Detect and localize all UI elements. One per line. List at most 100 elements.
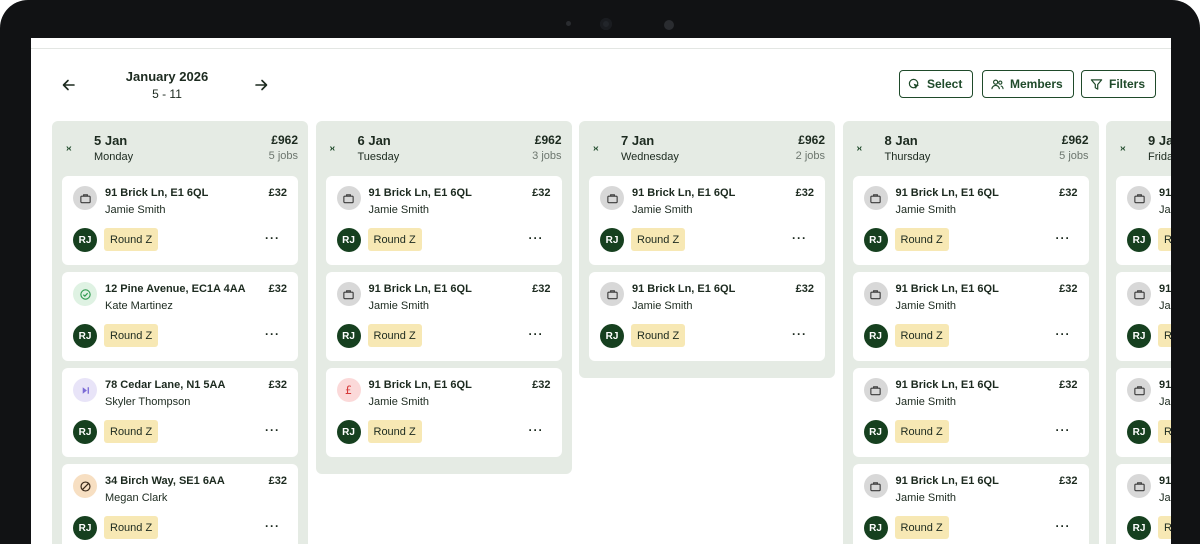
day-weekday: Monday: [94, 151, 134, 163]
more-options-button[interactable]: ···: [265, 231, 280, 245]
assignee-avatar[interactable]: RJ: [336, 420, 361, 444]
job-address: 91 Brick Ln, E1 6QL: [1159, 187, 1171, 199]
job-address: 91 Brick Ln, E1 6QL: [368, 283, 472, 295]
more-options-button[interactable]: ···: [529, 231, 544, 245]
day-total: £962: [534, 133, 562, 147]
briefcase-icon: [1127, 186, 1151, 210]
more-options-button[interactable]: ···: [792, 231, 807, 245]
more-options-button[interactable]: ···: [529, 423, 544, 437]
more-options-button[interactable]: ···: [529, 327, 544, 341]
job-card[interactable]: 91 Brick Ln, E1 6QLJamie SmithRJRound Z·…: [1116, 368, 1171, 457]
more-options-button[interactable]: ···: [265, 423, 280, 437]
date-range: 5 - 11: [152, 87, 182, 101]
collapse-column-button[interactable]: ›‹: [330, 143, 336, 154]
day-header: ›‹ 8 Jan Thursday £962 5 jobs: [843, 121, 1099, 173]
round-tag: Round Z: [894, 228, 949, 251]
round-tag: Round Z: [1158, 228, 1171, 251]
job-card[interactable]: 91 Brick Ln, E1 6QLJamie SmithRJRound Z·…: [1116, 176, 1171, 265]
assignee-avatar[interactable]: RJ: [336, 228, 361, 252]
more-options-button[interactable]: ···: [1056, 231, 1071, 245]
next-week-button[interactable]: [249, 73, 273, 97]
collapse-column-button[interactable]: ›‹: [1120, 143, 1126, 154]
more-options-button[interactable]: ···: [1056, 519, 1071, 533]
job-card[interactable]: 91 Brick Ln, E1 6QL Jamie Smith £32 RJ Round…: [589, 176, 825, 265]
job-price: £32: [1059, 187, 1078, 199]
more-options-button[interactable]: ···: [265, 327, 280, 341]
assignee-avatar[interactable]: RJ: [73, 516, 97, 540]
job-price: £32: [532, 187, 551, 199]
assignee-avatar[interactable]: RJ: [863, 516, 888, 540]
members-button[interactable]: Members: [982, 70, 1074, 98]
users-icon: [991, 79, 1004, 89]
job-card[interactable]: 91 Brick Ln, E1 6QL Jamie Smith £32 RJ Round…: [325, 176, 562, 265]
assignee-avatar[interactable]: RJ: [1127, 324, 1151, 348]
job-price: £32: [268, 187, 287, 199]
day-date: 6 Jan: [357, 133, 391, 148]
day-weekday: Friday: [1148, 151, 1171, 163]
day-header: ›‹ 7 Jan Wednesday £962 2 jobs: [579, 121, 835, 173]
select-button[interactable]: Select: [899, 70, 974, 98]
filters-label: Filters: [1109, 77, 1146, 91]
more-options-button[interactable]: ···: [265, 519, 280, 533]
assignee-avatar[interactable]: RJ: [1127, 516, 1151, 540]
assignee-avatar[interactable]: RJ: [336, 324, 361, 348]
collapse-column-button[interactable]: ›‹: [857, 143, 863, 154]
job-card[interactable]: 91 Brick Ln, E1 6QL Jamie Smith £32 RJ Round…: [62, 176, 298, 265]
more-options-button[interactable]: ···: [1056, 423, 1071, 437]
sensor-dot: [566, 21, 571, 26]
job-card[interactable]: 34 Birch Way, SE1 6AA Megan Clark £32 RJ Rou…: [62, 464, 298, 544]
collapse-column-button[interactable]: ›‹: [593, 143, 599, 154]
assignee-avatar[interactable]: RJ: [600, 228, 624, 252]
week-navigator: January 2026 5 - 11: [31, 68, 331, 108]
job-customer: Jamie Smith: [1159, 300, 1171, 312]
assignee-avatar[interactable]: RJ: [1127, 420, 1151, 444]
job-card[interactable]: 12 Pine Avenue, EC1A 4AA Kate Martinez £32…: [62, 272, 298, 361]
check-circle-icon: [73, 282, 97, 306]
job-address: 91 Brick Ln, E1 6QL: [368, 187, 472, 199]
previous-week-button[interactable]: [57, 73, 81, 97]
job-card[interactable]: 78 Cedar Lane, N1 5AA Skyler Thompson £32 R…: [62, 368, 298, 457]
assignee-avatar[interactable]: RJ: [863, 228, 888, 252]
more-options-button[interactable]: ···: [1056, 327, 1071, 341]
filters-button[interactable]: Filters: [1081, 70, 1157, 98]
job-address: 12 Pine Avenue, EC1A 4AA: [105, 283, 246, 295]
day-job-count: 2 jobs: [795, 150, 825, 162]
month-title: January 2026: [125, 69, 209, 84]
job-customer: Skyler Thompson: [105, 396, 191, 408]
day-total: £962: [271, 133, 298, 147]
device-frame: January 2026 5 - 11 Select Members Filte…: [0, 0, 1200, 544]
day-job-count: 5 jobs: [1059, 150, 1089, 162]
more-options-button[interactable]: ···: [792, 327, 807, 341]
round-tag: Round Z: [367, 324, 422, 347]
week-label: January 2026 5 - 11: [107, 69, 227, 101]
assignee-avatar[interactable]: RJ: [73, 324, 97, 348]
day-column: ›‹ 8 Jan Thursday £962 5 jobs 91 Brick Ln, E1…: [842, 121, 1099, 544]
round-tag: Round Z: [1158, 516, 1171, 539]
collapse-column-button[interactable]: ›‹: [66, 143, 72, 154]
job-card[interactable]: £91 Brick Ln, E1 6QL Jamie Smith £32 RJ Roun…: [325, 368, 562, 457]
sensor-dot: [664, 20, 674, 30]
job-address: 91 Brick Ln, E1 6QL: [632, 187, 736, 199]
assignee-avatar[interactable]: RJ: [863, 420, 888, 444]
day-weekday: Tuesday: [357, 151, 400, 163]
day-header: ›‹ 9 Jan Friday: [1106, 121, 1171, 173]
assignee-avatar[interactable]: RJ: [1127, 228, 1151, 252]
assignee-avatar[interactable]: RJ: [863, 324, 888, 348]
filter-icon: [1090, 78, 1103, 90]
job-card[interactable]: 91 Brick Ln, E1 6QL Jamie Smith £32 RJ Round…: [589, 272, 825, 361]
job-card[interactable]: 91 Brick Ln, E1 6QL Jamie Smith £32 RJ Round…: [852, 464, 1089, 544]
assignee-avatar[interactable]: RJ: [73, 228, 97, 252]
round-tag: Round Z: [104, 228, 159, 251]
assignee-avatar[interactable]: RJ: [73, 420, 97, 444]
job-card[interactable]: 91 Brick Ln, E1 6QL Jamie Smith £32 RJ Round…: [852, 176, 1089, 265]
round-tag: Round Z: [631, 228, 686, 251]
job-card[interactable]: 91 Brick Ln, E1 6QL Jamie Smith £32 RJ Round…: [852, 368, 1089, 457]
job-card[interactable]: 91 Brick Ln, E1 6QL Jamie Smith £32 RJ Round…: [325, 272, 562, 361]
job-customer: Jamie Smith: [105, 204, 166, 216]
briefcase-icon: [863, 378, 888, 402]
assignee-avatar[interactable]: RJ: [600, 324, 624, 348]
job-card[interactable]: 91 Brick Ln, E1 6QLJamie SmithRJRound Z·…: [1116, 272, 1171, 361]
job-card[interactable]: 91 Brick Ln, E1 6QL Jamie Smith £32 RJ Round…: [852, 272, 1089, 361]
pointer-select-icon: [908, 78, 920, 89]
job-card[interactable]: 91 Brick Ln, E1 6QLJamie SmithRJRound Z·…: [1116, 464, 1171, 544]
